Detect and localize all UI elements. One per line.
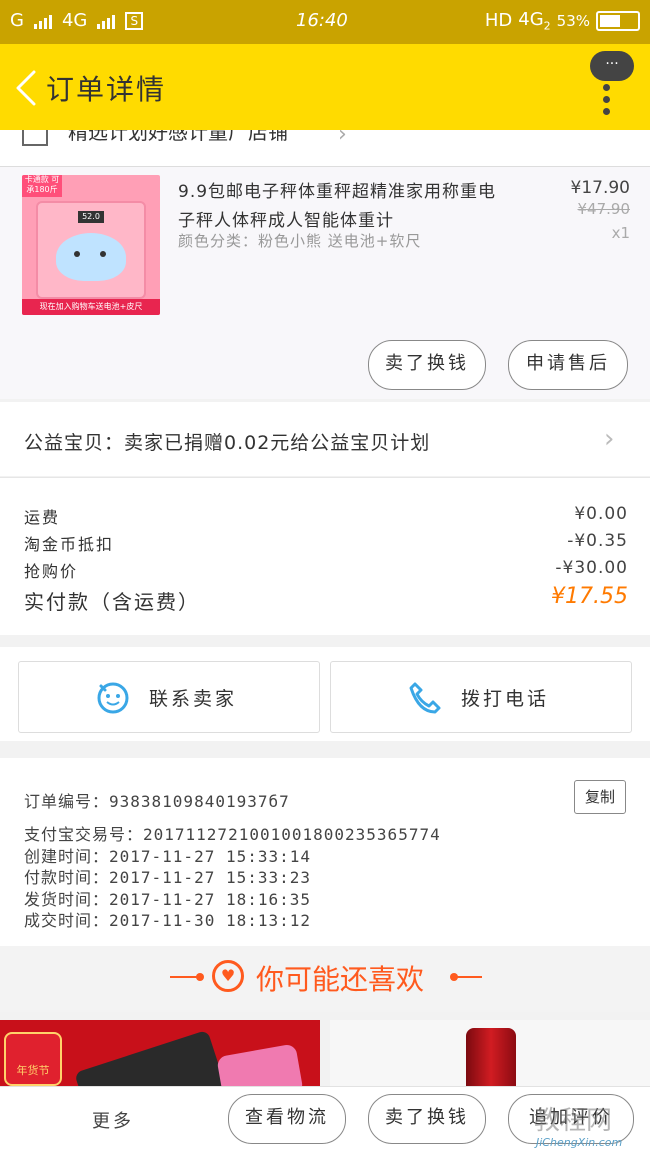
shop-name: 精选计划好感计量厂店铺 xyxy=(68,130,288,144)
recommend-title: 你可能还喜欢 xyxy=(256,963,425,996)
order-number: 订单编号：938381098401937б7 xyxy=(24,792,290,811)
back-arrow-icon[interactable] xyxy=(12,70,40,106)
hd-label: HD xyxy=(484,10,513,32)
product-price: ¥17.90 xyxy=(570,178,630,198)
product-thumbnail[interactable]: 卡通款 可承180斤 52.0 现在加入购物车送电池+皮尺 xyxy=(22,175,160,315)
chat-face-icon xyxy=(97,682,129,714)
battery-percent: 53% xyxy=(556,11,590,30)
status-right: HD 4G2 53% xyxy=(485,9,640,33)
rush-price-label: 抢购价 xyxy=(24,562,79,581)
shipping-label: 运费 xyxy=(24,508,61,527)
rush-price-value: -¥30.00 xyxy=(555,558,628,578)
copy-button[interactable]: 复制 xyxy=(574,780,626,814)
heart-icon: ♥ xyxy=(212,960,244,992)
more-menu-button[interactable]: ··· xyxy=(590,51,634,81)
signal-icon-2 xyxy=(97,13,116,29)
network-right-label: 4G2 xyxy=(518,9,551,33)
paid-label: 实付款（含运费） xyxy=(24,590,200,614)
paid-time: 付款时间：2017-11-27 15:33:23 xyxy=(24,868,312,887)
call-label: 拨打电话 xyxy=(461,688,550,710)
chevron-right-icon: › xyxy=(338,130,347,147)
signal-icon xyxy=(33,13,52,29)
divider-dot xyxy=(196,973,204,981)
battery-icon xyxy=(596,10,640,31)
overflow-menu-icon[interactable] xyxy=(603,84,611,120)
product-sku: 颜色分类：粉色小熊 送电池+软尺 xyxy=(178,232,422,250)
status-time: 16:40 xyxy=(296,10,348,31)
product-quantity: x1 xyxy=(611,224,630,242)
shipping-value: ¥0.00 xyxy=(574,504,628,524)
after-sale-button[interactable]: 申请售后 xyxy=(508,340,628,390)
divider xyxy=(454,976,482,978)
shop-row[interactable]: 精选计划好感计量厂店铺 › xyxy=(0,130,650,166)
coin-label: 淘金币抵扣 xyxy=(24,535,115,554)
contact-seller-label: 联系卖家 xyxy=(149,688,238,710)
more-button[interactable]: 更多 xyxy=(92,1107,134,1133)
completed-time: 成交时间：2017-11-30 18:13:12 xyxy=(24,911,312,930)
shop-icon xyxy=(22,130,48,146)
chevron-right-icon: › xyxy=(604,424,615,454)
product-original-price: ¥47.90 xyxy=(577,200,631,218)
bear-illustration xyxy=(56,233,126,281)
thumb-caption: 现在加入购物车送电池+皮尺 xyxy=(22,299,160,315)
status-bar: G 4G S 16:40 HD 4G2 53% xyxy=(0,0,650,44)
contact-seller-button[interactable]: 联系卖家 xyxy=(18,661,320,733)
alipay-number: 支付宝交易号：2017112721001001800235365774 xyxy=(24,825,441,844)
phone-icon xyxy=(409,682,441,714)
sim-icon: S xyxy=(125,11,144,30)
scale-display: 52.0 xyxy=(78,211,104,223)
exchange-button[interactable]: 卖了换钱 xyxy=(368,340,486,390)
thumb-tag: 卡通款 可承180斤 xyxy=(22,175,62,197)
festival-badge: 年货节 xyxy=(4,1032,62,1086)
coin-value: -¥0.35 xyxy=(567,531,628,551)
watermark: 教程网 xyxy=(534,1106,613,1136)
paid-value: ¥17.55 xyxy=(551,584,628,609)
charity-row[interactable]: 公益宝贝：卖家已捐赠0.02元给公益宝贝计划 › xyxy=(0,402,650,476)
watermark-url: JiChengXin.com xyxy=(536,1136,623,1149)
call-button[interactable]: 拨打电话 xyxy=(330,661,632,733)
carrier-label: G xyxy=(10,10,24,31)
exchange-bottom-button[interactable]: 卖了换钱 xyxy=(368,1094,486,1144)
page-title: 订单详情 xyxy=(46,73,167,106)
charity-text: 公益宝贝：卖家已捐赠0.02元给公益宝贝计划 xyxy=(24,432,431,454)
product-title[interactable]: 9.9包邮电子秤体重秤超精准家用称重电子秤人体秤成人智能体重计 xyxy=(178,178,508,236)
status-left: G 4G S xyxy=(10,10,144,31)
network-label: 4G xyxy=(61,10,88,31)
view-logistics-button[interactable]: 查看物流 xyxy=(228,1094,346,1144)
